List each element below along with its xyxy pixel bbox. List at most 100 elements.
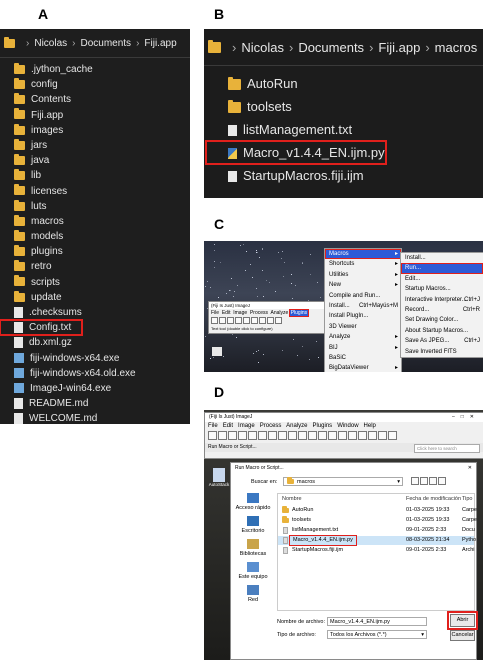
dev-tool-icon[interactable] [328,431,337,440]
table-row[interactable]: Macro_v1.4.4_EN.ijm.py 08-03-2025 21:34 Py… [278,535,476,546]
menu-item[interactable]: Startup Macros... [401,284,483,294]
lut-tool-icon[interactable] [348,431,357,440]
oval-tool-icon[interactable] [218,431,227,440]
hand-tool-icon[interactable] [308,431,317,440]
menu-process[interactable]: Process [260,423,282,429]
folder-item[interactable]: Contents [0,92,190,107]
table-row[interactable]: toolsets 01-03-2025 19:33 Carpe [278,516,477,525]
brush-tool-icon[interactable] [368,431,377,440]
window-controls-icon[interactable]: –□✕ [452,413,480,422]
menu-item[interactable]: BaSiC [325,353,401,363]
menu-item[interactable]: Install... Ctrl+Mayús+M [325,301,401,311]
folder-item[interactable]: .jython_cache [0,62,190,77]
column-name[interactable]: Nombre [282,495,302,504]
folder-item[interactable]: plugins [0,244,190,259]
freehand-tool-icon[interactable] [235,317,242,324]
file-item[interactable]: StartupMacros.fiji.ijm [204,164,483,187]
menu-item[interactable]: Compile and Run... [325,291,401,301]
menu-window[interactable]: Window [337,423,358,429]
magnifier-tool-icon[interactable] [298,431,307,440]
file-item[interactable]: fiji-windows-x64.old.exe [0,366,190,381]
menu-item[interactable]: Analyze ▸ [325,332,401,342]
menu-process[interactable]: Process [250,310,268,316]
menu-plugins[interactable]: Plugins [312,423,332,429]
breadcrumb-item[interactable]: Documents [80,38,131,49]
freehand-tool-icon[interactable] [238,431,247,440]
folder-item[interactable]: AutoRun [204,72,483,95]
desktop-icon[interactable]: AutoStack [207,468,231,487]
menu-item[interactable]: New ▸ [325,280,401,290]
file-item[interactable]: ImageJ-win64.exe [0,381,190,396]
breadcrumb-item[interactable]: macros [435,40,478,55]
folder-item[interactable]: Fiji.app [0,108,190,123]
menu-item[interactable]: Record... Ctrl+R [401,305,483,315]
folder-item[interactable]: lib [0,168,190,183]
menu-image[interactable]: Image [233,310,247,316]
desktop-file-icon[interactable] [212,347,222,356]
line-tool-icon[interactable] [243,317,250,324]
text-tool-icon[interactable] [275,317,282,324]
menu-item[interactable]: Shortcuts ▸ [325,259,401,269]
folder-item[interactable]: retro [0,259,190,274]
menu-file[interactable]: File [211,310,219,316]
folder-item[interactable]: java [0,153,190,168]
menu-item[interactable]: Save As JPEG... Ctrl+J [401,336,483,346]
menu-item[interactable]: Install PlugIn... [325,311,401,321]
point-tool-icon[interactable] [259,317,266,324]
file-item[interactable]: WELCOME.md [0,411,190,426]
menu-item[interactable]: Edit... [401,274,483,284]
menu-analyze[interactable]: Analyze [286,423,307,429]
cancel-button[interactable]: Cancelar [450,630,475,641]
menu-help[interactable]: Help [364,423,376,429]
menu-item[interactable]: Interactive Interpreter... Ctrl+J [401,295,483,305]
places-item[interactable]: Escritorio [233,516,273,534]
oval-tool-icon[interactable] [219,317,226,324]
look-in-select[interactable]: macros ▾ [283,477,403,486]
menu-item[interactable]: Save Inverted FITS [401,347,483,357]
breadcrumb-item[interactable]: Documents [298,40,364,55]
breadcrumb-item[interactable]: Fiji.app [378,40,420,55]
menu-item[interactable]: Utilities ▸ [325,270,401,280]
view-menu-icon[interactable] [438,477,446,485]
pencil-tool-icon[interactable] [358,431,367,440]
wand-tool-icon[interactable] [267,317,274,324]
filetype-select[interactable]: Todos los Archivos (*.*) ▾ [327,630,427,639]
folder-item[interactable]: licenses [0,184,190,199]
folder-item[interactable]: jars [0,138,190,153]
flood-tool-icon[interactable] [378,431,387,440]
breadcrumb-item[interactable]: Nicolas [241,40,284,55]
menu-item[interactable]: Run... [401,263,483,274]
table-row[interactable]: StartupMacros.fiji.ijm 09-01-2025 2:33 Arc… [278,546,475,555]
rectangle-tool-icon[interactable] [208,431,217,440]
folder-item[interactable]: macros [0,214,190,229]
search-input[interactable]: Click here to search [414,444,480,453]
file-item[interactable]: .checksums [0,305,190,320]
point-tool-icon[interactable] [268,431,277,440]
places-item[interactable]: Este equipo [233,562,273,580]
file-item[interactable]: listManagement.txt [204,118,483,141]
file-item[interactable]: db.xml.gz [0,335,190,350]
menu-item[interactable]: About Startup Macros... [401,326,483,336]
breadcrumb-item[interactable]: Fiji.app [144,38,176,49]
menu-edit[interactable]: Edit [223,423,233,429]
column-date[interactable]: Fecha de modificación [406,495,461,504]
new-folder-icon[interactable] [429,477,437,485]
column-type[interactable]: Tipo [462,495,473,504]
menu-analyze[interactable]: Analyze [271,310,289,316]
folder-item[interactable]: scripts [0,275,190,290]
table-row[interactable]: AutoRun 01-03-2025 19:33 Carpe [278,506,477,515]
menu-item[interactable]: Install... [401,253,483,263]
up-folder-icon[interactable] [420,477,428,485]
menu-item[interactable]: BigDataViewer ▸ [325,363,401,372]
filename-input[interactable]: Macro_v1.4.4_EN.ijm.py [327,617,427,626]
color-picker-tool-icon[interactable] [318,431,327,440]
close-icon[interactable]: ✕ [468,463,472,473]
stk-tool-icon[interactable] [338,431,347,440]
folder-item[interactable]: update [0,290,190,305]
text-tool-icon[interactable] [288,431,297,440]
file-item[interactable]: README.md [0,396,190,411]
open-button[interactable]: Abrir [447,611,478,630]
angle-tool-icon[interactable] [251,317,258,324]
menu-edit[interactable]: Edit [222,310,231,316]
places-item[interactable]: Bibliotecas [233,539,273,557]
